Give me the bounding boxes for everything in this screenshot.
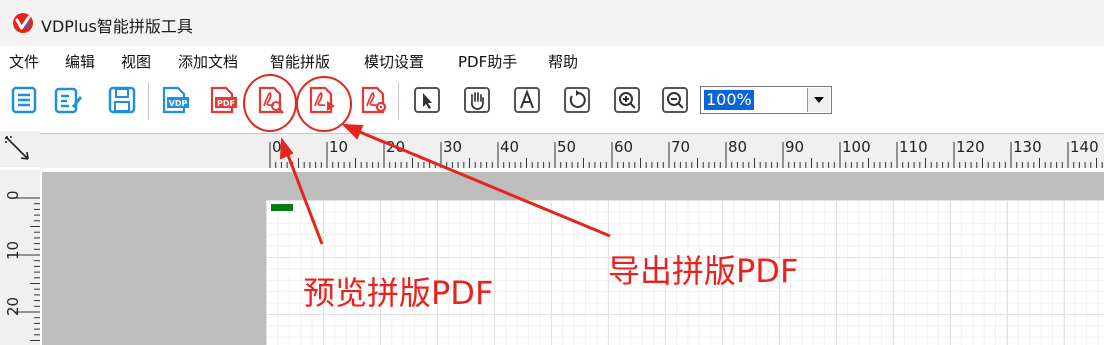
zoom-value[interactable]: 100% xyxy=(704,90,754,110)
ruler-label: 50 xyxy=(557,138,577,156)
ruler-label: 40 xyxy=(500,138,520,156)
ruler-label: 30 xyxy=(443,138,463,156)
save-icon[interactable] xyxy=(106,84,138,116)
ruler-label: 130 xyxy=(1013,138,1042,156)
preview-pdf-annotation: 预览拼版PDF xyxy=(303,274,494,312)
ruler-label: 10 xyxy=(4,240,22,260)
menu-file[interactable]: 文件 xyxy=(9,51,39,72)
export-pdf-annotation: 导出拼版PDF xyxy=(608,252,799,290)
menu-edit[interactable]: 编辑 xyxy=(65,51,95,72)
zoom-out-icon[interactable] xyxy=(659,84,691,116)
rotate-icon[interactable] xyxy=(561,84,593,116)
zoom-in-icon[interactable] xyxy=(611,84,643,116)
menu-smart-imposition[interactable]: 智能拼版 xyxy=(270,51,330,72)
title-bar: VDPlus智能拼版工具 xyxy=(0,0,1104,46)
vdp-icon[interactable]: VDP xyxy=(158,84,190,116)
ruler-label: 10 xyxy=(329,138,349,156)
ruler-origin-icon xyxy=(5,136,29,160)
ruler-label: 90 xyxy=(785,138,805,156)
window-title: VDPlus智能拼版工具 xyxy=(41,17,193,36)
export-highlight-circle xyxy=(296,76,352,132)
preview-highlight-circle xyxy=(243,74,297,132)
ruler-label: 70 xyxy=(671,138,691,156)
menu-add-document[interactable]: 添加文档 xyxy=(178,51,238,72)
toolbar-separator xyxy=(148,82,149,120)
menu-die-cut-settings[interactable]: 模切设置 xyxy=(364,51,424,72)
ruler-label: 100 xyxy=(842,138,871,156)
toolbar-separator xyxy=(398,82,399,120)
page-marker xyxy=(271,204,293,211)
select-icon[interactable] xyxy=(411,84,443,116)
menu-pdf-assistant[interactable]: PDF助手 xyxy=(458,51,517,72)
text-icon[interactable] xyxy=(511,84,543,116)
ruler-label: 20 xyxy=(4,296,22,316)
ruler-corner[interactable] xyxy=(0,131,40,167)
vertical-ruler: 0 10 20 xyxy=(0,170,40,345)
app-logo-icon xyxy=(13,13,33,33)
ruler-label: 110 xyxy=(899,138,928,156)
chevron-down-icon[interactable] xyxy=(807,88,830,112)
list-icon[interactable] xyxy=(8,84,40,116)
ruler-label: 60 xyxy=(614,138,634,156)
zoom-combo[interactable]: 100% xyxy=(700,86,832,114)
ruler-label: 0 xyxy=(4,190,22,200)
menu-help[interactable]: 帮助 xyxy=(548,51,578,72)
menu-view[interactable]: 视图 xyxy=(121,51,151,72)
svg-text:PDF: PDF xyxy=(217,99,235,108)
svg-text:VDP: VDP xyxy=(169,99,188,108)
pdf-icon[interactable]: PDF xyxy=(206,84,238,116)
toolbar: VDP PDF 100% xyxy=(0,74,1104,128)
ruler-label: 120 xyxy=(956,138,985,156)
ruler-label: 20 xyxy=(386,138,406,156)
edit-icon[interactable] xyxy=(52,84,84,116)
ruler-label: 0 xyxy=(272,138,282,156)
ruler-label: 80 xyxy=(728,138,748,156)
menu-bar: 文件 编辑 视图 添加文档 智能拼版 模切设置 PDF助手 帮助 xyxy=(0,46,1104,74)
hand-icon[interactable] xyxy=(461,84,493,116)
pdf-settings-icon[interactable] xyxy=(357,84,389,116)
horizontal-ruler: 0 10 20 30 40 50 60 70 80 90 100 110 120… xyxy=(40,133,1104,168)
ruler-label: 140 xyxy=(1070,138,1099,156)
